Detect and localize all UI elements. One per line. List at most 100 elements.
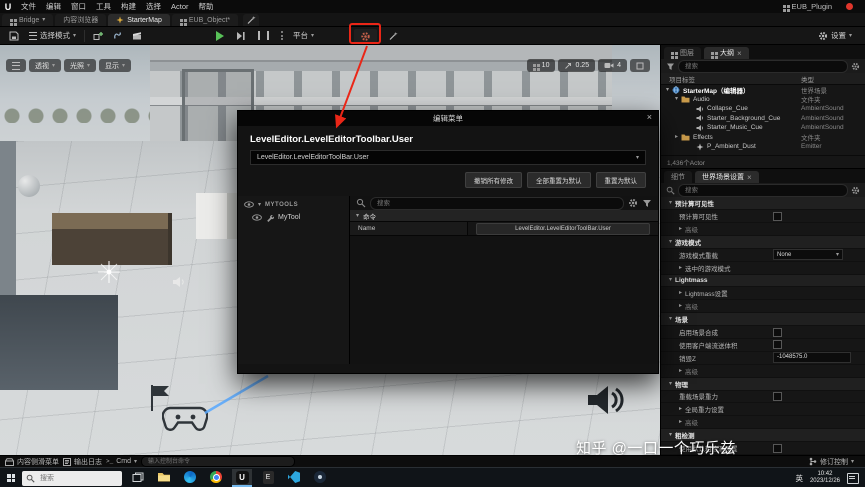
play-button[interactable] xyxy=(211,28,229,43)
camera-speed-button[interactable]: 4 xyxy=(598,59,627,72)
details-section[interactable]: ▾ 预计算可见性 xyxy=(661,197,865,211)
taskbar-search[interactable] xyxy=(22,470,122,486)
cmd-dropdown[interactable]: >_ Cmd ▾ xyxy=(106,458,137,465)
dialog-titlebar[interactable]: 编辑菜单 × xyxy=(238,111,658,126)
scale-snap-button[interactable]: 0.25 xyxy=(558,59,596,72)
speaker-icon[interactable] xyxy=(172,276,186,288)
command-table-row[interactable]: Name LevelEditor.LevelEditorToolBar.User xyxy=(350,221,658,236)
blueprints-button[interactable] xyxy=(108,28,127,43)
menu-tools[interactable]: 工具 xyxy=(91,1,116,12)
advanced-expander[interactable]: ▸ 高级 xyxy=(661,365,865,378)
tab-content-browser[interactable]: 内容浏览器 xyxy=(55,14,107,26)
console-command-input[interactable] xyxy=(141,456,295,467)
outliner-row[interactable]: ▾ Audio 文件夹 xyxy=(661,95,865,105)
steam-icon[interactable] xyxy=(310,469,330,487)
point-light-sprite-icon[interactable] xyxy=(96,259,122,285)
caret-right-icon[interactable]: ▸ xyxy=(675,134,678,140)
unreal-logo-icon[interactable]: U xyxy=(0,2,16,12)
gamepad-icon[interactable] xyxy=(162,403,208,433)
gear-icon[interactable] xyxy=(628,198,638,208)
edge-icon[interactable] xyxy=(180,469,200,487)
show-dropdown[interactable]: 显示 ▾ xyxy=(99,59,132,72)
menu-window[interactable]: 窗口 xyxy=(66,1,91,12)
play-options-button[interactable] xyxy=(276,28,288,43)
task-view-icon[interactable] xyxy=(128,469,148,487)
menu-select[interactable]: 选择 xyxy=(141,1,166,12)
checkbox[interactable] xyxy=(773,211,782,221)
tab-outliner[interactable]: 大纲 × xyxy=(704,47,749,59)
epic-games-icon[interactable]: E xyxy=(258,469,278,487)
checkbox[interactable] xyxy=(773,443,782,453)
platforms-dropdown[interactable]: 平台 ▾ xyxy=(288,28,319,43)
skip-button[interactable] xyxy=(231,28,251,43)
outliner-row[interactable]: ▸ Effects 文件夹 xyxy=(661,133,865,143)
outliner-row[interactable]: Starter_Music_Cue AmbientSound xyxy=(661,123,865,133)
eye-icon[interactable] xyxy=(244,201,254,208)
caret-down-icon[interactable]: ▾ xyxy=(666,87,669,93)
column-type-label[interactable]: 类型 xyxy=(801,74,814,84)
select-mode-dropdown[interactable]: 选择模式 ▾ xyxy=(24,28,81,43)
tab-bridge[interactable]: Bridge ▾ xyxy=(2,14,54,26)
unreal-editor-icon[interactable]: U xyxy=(232,469,252,487)
command-section-header[interactable]: ▾ 命令 xyxy=(350,210,658,221)
pause-button[interactable] xyxy=(253,28,274,43)
revert-all-button[interactable]: 撤销所有修改 xyxy=(465,172,522,188)
tab-eub-object[interactable]: EUB_Object* xyxy=(171,14,239,26)
checkbox[interactable] xyxy=(773,391,782,401)
advanced-expander[interactable]: ▸ 高级 xyxy=(661,416,865,430)
column-item-label[interactable]: 项目标签 xyxy=(661,74,695,84)
start-button[interactable] xyxy=(0,474,22,482)
reset-default-button[interactable]: 重置为默认 xyxy=(595,172,646,188)
perspective-dropdown[interactable]: 透视 ▾ xyxy=(29,59,62,72)
tool-group-row[interactable]: ▾ MYTOOLS xyxy=(238,198,349,211)
save-button[interactable] xyxy=(4,28,24,43)
view-mode-dropdown[interactable]: 光照 ▾ xyxy=(64,59,97,72)
filter-icon[interactable] xyxy=(666,62,675,71)
details-section[interactable]: ▾ 游戏模式 xyxy=(661,235,865,249)
advanced-expander[interactable]: ▸ 高级 xyxy=(661,300,865,314)
wand-icon[interactable] xyxy=(384,29,402,43)
tab-world-settings[interactable]: 世界场景设置 × xyxy=(695,171,759,184)
plugin-tab-label[interactable]: EUB_Plugin xyxy=(792,2,832,11)
details-property[interactable]: ▸ Lightmass设置 xyxy=(661,287,865,301)
speaker-icon[interactable] xyxy=(586,383,624,417)
outliner-row[interactable]: Starter_Background_Cue AmbientSound xyxy=(661,114,865,124)
gear-icon[interactable] xyxy=(851,186,860,195)
gear-icon[interactable] xyxy=(851,62,860,71)
menu-help[interactable]: 帮助 xyxy=(194,1,219,12)
grid-snap-button[interactable]: 10 xyxy=(526,59,556,72)
details-section[interactable]: ▾ Lightmass xyxy=(661,274,865,288)
cinematics-button[interactable] xyxy=(127,28,147,43)
add-actor-button[interactable] xyxy=(88,28,108,43)
content-drawer-button[interactable]: 内容侧滑菜单 xyxy=(5,457,59,467)
outliner-search-input[interactable] xyxy=(678,59,848,73)
close-icon[interactable]: × xyxy=(737,49,742,58)
command-value[interactable]: LevelEditor.LevelEditorToolBar.User xyxy=(476,222,650,235)
output-log-button[interactable]: 输出日志 xyxy=(63,457,102,467)
close-icon[interactable]: × xyxy=(647,112,652,122)
language-indicator[interactable]: 英 xyxy=(795,473,803,484)
viewport-options-button[interactable] xyxy=(6,59,26,72)
file-explorer-icon[interactable] xyxy=(154,469,174,487)
vscode-icon[interactable] xyxy=(284,469,304,487)
details-property[interactable]: ▸ 选中的游戏模式 xyxy=(661,262,865,275)
details-section[interactable]: ▾ 场景 xyxy=(661,313,865,327)
killz-field[interactable]: -1048575.0 xyxy=(773,352,851,364)
filter-icon[interactable] xyxy=(642,198,652,208)
details-property[interactable]: ▸ 全局重力设置 xyxy=(661,403,865,417)
tool-item-row[interactable]: MyTool xyxy=(238,211,349,224)
advanced-expander[interactable]: ▸ 高级 xyxy=(661,223,865,236)
notification-center-icon[interactable] xyxy=(847,472,859,484)
outliner-row[interactable]: ▾ StarterMap（编辑器） 世界场景 xyxy=(661,85,865,95)
tab-layers[interactable]: 图层 xyxy=(664,47,701,59)
menu-file[interactable]: 文件 xyxy=(16,1,41,12)
checkbox[interactable] xyxy=(773,340,782,350)
close-icon[interactable]: × xyxy=(747,173,752,182)
maximize-viewport-button[interactable] xyxy=(630,59,650,72)
tab-details[interactable]: 细节 xyxy=(664,171,692,184)
chrome-icon[interactable] xyxy=(206,469,226,487)
menu-edit[interactable]: 编辑 xyxy=(41,1,66,12)
eye-icon[interactable] xyxy=(252,214,262,221)
mytool-toolbar-button[interactable] xyxy=(354,29,377,43)
details-section[interactable]: ▾ 物理 xyxy=(661,377,865,391)
